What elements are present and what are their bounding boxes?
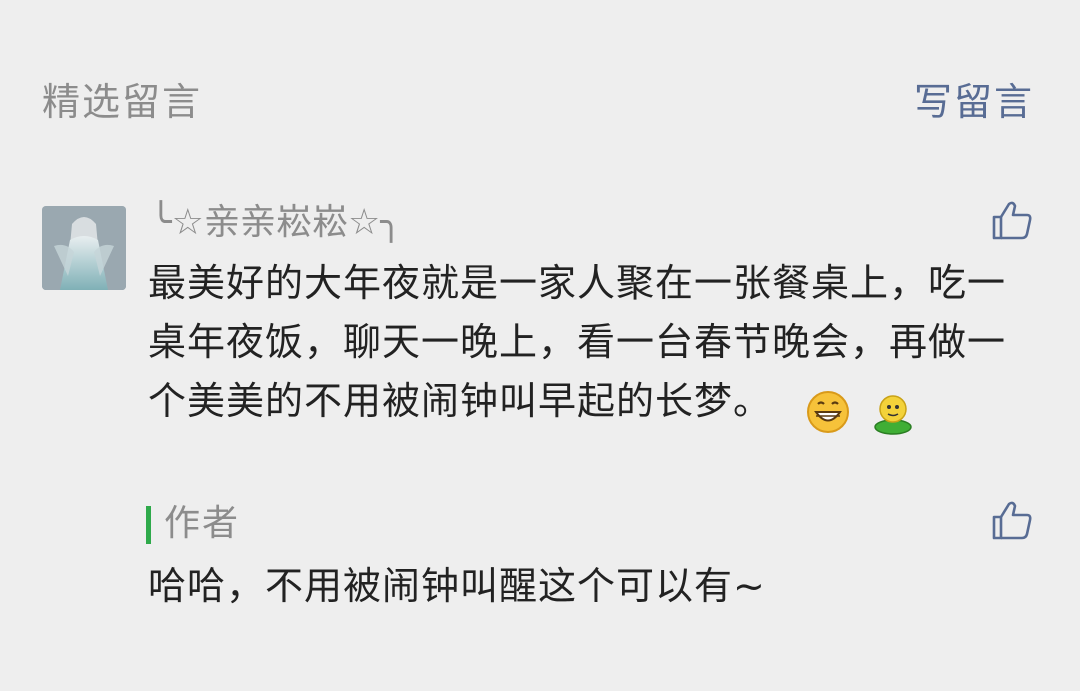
- thumbs-up-icon: [992, 201, 1032, 240]
- green-sprout-emoji: [870, 389, 916, 435]
- write-comment-link[interactable]: 写留言: [914, 72, 1034, 132]
- author-reply-text: 哈哈，不用被闹钟叫醒这个可以有~: [148, 564, 766, 608]
- like-button[interactable]: [990, 198, 1034, 242]
- grinning-face-emoji: [805, 389, 851, 435]
- comment-body: 最美好的大年夜就是一家人聚在一张餐桌上，吃一桌年夜饭，聊天一晚上，看一台春节晚会…: [148, 254, 1028, 439]
- comments-header: 精选留言 写留言: [0, 72, 1080, 132]
- section-title: 精选留言: [42, 80, 203, 124]
- thumbs-up-icon: [992, 501, 1032, 540]
- avatar-image: [42, 206, 126, 290]
- avatar[interactable]: [42, 206, 126, 290]
- reply-like-button[interactable]: [990, 498, 1034, 542]
- author-label: 作者: [164, 503, 241, 544]
- author-reply-bar: [146, 506, 151, 544]
- commenter-nickname[interactable]: ╰☆亲亲崧崧☆╮: [150, 198, 402, 248]
- emoji-row: [805, 380, 922, 439]
